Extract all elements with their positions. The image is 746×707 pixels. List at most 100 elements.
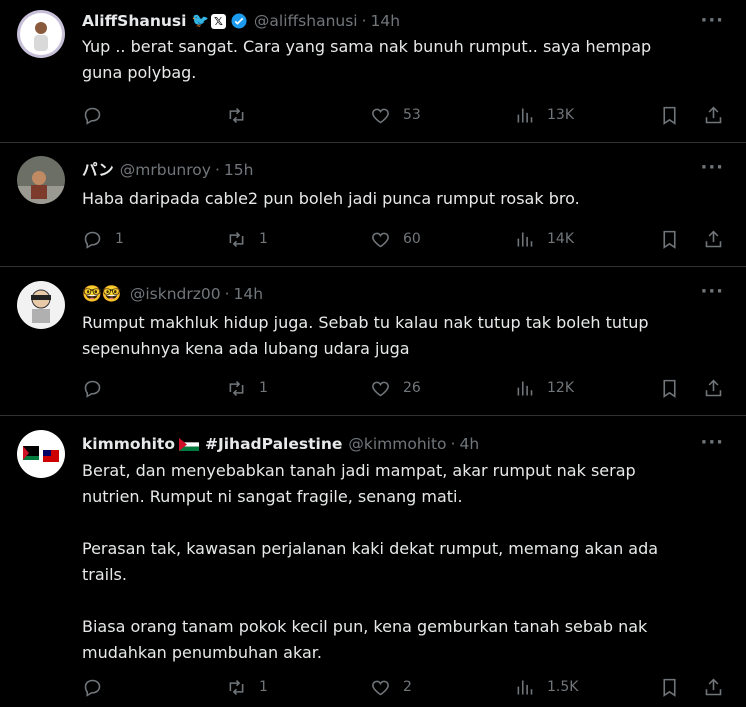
bookmark-button[interactable] <box>659 376 680 400</box>
avatar[interactable] <box>17 430 65 478</box>
reply-button[interactable] <box>82 675 115 699</box>
more-options-icon[interactable]: ··· <box>700 283 724 301</box>
tweet-paragraph: Rumput makhluk hidup juga. Sebab tu kala… <box>82 313 649 358</box>
tweet-paragraph: Haba daripada cable2 pun boleh jadi punc… <box>82 189 580 208</box>
heart-icon <box>372 381 389 396</box>
action-bar: 1 1 60 14K <box>82 227 732 251</box>
tweet-text: Rumput makhluk hidup juga. Sebab tu kala… <box>82 310 696 362</box>
retweet-button[interactable] <box>226 103 259 127</box>
retweet-button[interactable]: 1 <box>226 675 268 699</box>
reply-button[interactable] <box>82 376 115 400</box>
retweet-count: 1 <box>259 679 268 695</box>
tweet-header: パン @mrbunroy · 15h <box>82 160 686 180</box>
share-icon <box>705 106 722 123</box>
views-icon <box>517 381 533 395</box>
retweet-icon <box>229 679 244 695</box>
avatar[interactable] <box>17 281 65 329</box>
avatar-image <box>17 10 65 58</box>
like-count: 2 <box>403 679 412 695</box>
retweet-icon <box>229 380 244 396</box>
timestamp[interactable]: 4h <box>459 434 479 454</box>
handle[interactable]: @mrbunroy <box>120 160 211 180</box>
share-button[interactable] <box>703 675 724 699</box>
tweet-header: 🤓🤓 @iskndrz00 · 14h <box>82 284 686 304</box>
heart-icon <box>372 232 389 247</box>
retweet-button[interactable]: 1 <box>226 227 268 251</box>
view-count: 14K <box>547 231 574 247</box>
more-options-icon[interactable]: ··· <box>700 159 724 177</box>
views-icon <box>517 108 533 122</box>
tweet-text: Haba daripada cable2 pun boleh jadi punc… <box>82 186 696 212</box>
action-bar: 53 13K <box>82 103 732 127</box>
reply-button[interactable] <box>82 103 115 127</box>
x-logo-icon: 𝕏 <box>210 13 226 29</box>
handle[interactable]: @aliffshanusi <box>254 11 358 31</box>
tweet-header: kimmohito #JihadPalestine @kimmohito · 4… <box>82 434 686 454</box>
avatar[interactable] <box>17 10 65 58</box>
view-count: 12K <box>547 380 574 396</box>
views-button[interactable]: 1.5K <box>514 675 578 699</box>
timestamp[interactable]: 14h <box>371 11 401 31</box>
views-button[interactable]: 12K <box>514 376 574 400</box>
tweet-paragraph: Yup .. berat sangat. Cara yang sama nak … <box>82 37 652 82</box>
like-count: 60 <box>403 231 421 247</box>
views-button[interactable]: 13K <box>514 103 574 127</box>
reply-button[interactable]: 1 <box>82 227 124 251</box>
retweet-icon <box>229 231 244 247</box>
share-button[interactable] <box>703 376 724 400</box>
like-button[interactable]: 53 <box>370 103 421 127</box>
tweet-paragraph: Berat, dan menyebabkan tanah jadi mampat… <box>82 461 636 506</box>
tweet-header: AliffShanusi 🐦 𝕏 @aliffshanusi · 14h <box>82 11 686 31</box>
tweet-text: Berat, dan menyebabkan tanah jadi mampat… <box>82 458 696 666</box>
more-options-icon[interactable]: ··· <box>700 12 724 30</box>
palestine-flag-icon <box>178 437 199 451</box>
like-button[interactable]: 2 <box>370 675 412 699</box>
verified-badge-icon <box>231 13 247 29</box>
avatar[interactable] <box>17 156 65 204</box>
bookmark-icon <box>663 230 676 249</box>
like-button[interactable]: 26 <box>370 376 421 400</box>
bookmark-button[interactable] <box>659 675 680 699</box>
reply-icon <box>84 679 101 697</box>
tweet[interactable]: パン @mrbunroy · 15h ··· Haba daripada cab… <box>0 143 746 267</box>
share-button[interactable] <box>703 103 724 127</box>
bookmark-button[interactable] <box>659 227 680 251</box>
reply-icon <box>84 231 101 249</box>
display-name[interactable]: パン <box>82 160 114 180</box>
share-icon <box>705 379 722 396</box>
share-icon <box>705 230 722 247</box>
handle[interactable]: @kimmohito <box>348 434 446 454</box>
handle[interactable]: @iskndrz00 <box>130 284 221 304</box>
retweet-icon <box>229 107 244 123</box>
display-name[interactable]: AliffShanusi <box>82 11 186 31</box>
tweet[interactable]: AliffShanusi 🐦 𝕏 @aliffshanusi · 14h ···… <box>0 0 746 143</box>
bookmark-button[interactable] <box>659 103 680 127</box>
heart-icon <box>372 108 389 123</box>
separator: · <box>224 285 230 303</box>
like-button[interactable]: 60 <box>370 227 421 251</box>
tweet-text: Yup .. berat sangat. Cara yang sama nak … <box>82 34 696 86</box>
retweet-button[interactable]: 1 <box>226 376 268 400</box>
view-count: 13K <box>547 107 574 123</box>
reply-count: 1 <box>115 231 124 247</box>
views-button[interactable]: 14K <box>514 227 574 251</box>
separator: · <box>361 12 367 30</box>
action-bar: 1 2 1.5K <box>82 675 732 699</box>
tweet-paragraph: Perasan tak, kawasan perjalanan kaki dek… <box>82 539 659 584</box>
views-icon <box>517 232 533 246</box>
display-name[interactable]: kimmohito <box>82 434 175 454</box>
share-button[interactable] <box>703 227 724 251</box>
display-name-hashtag[interactable]: #JihadPalestine <box>205 434 342 454</box>
tweet[interactable]: 🤓🤓 @iskndrz00 · 14h ··· Rumput makhluk h… <box>0 267 746 416</box>
tweet[interactable]: kimmohito #JihadPalestine @kimmohito · 4… <box>0 416 746 707</box>
display-name[interactable]: 🤓🤓 <box>82 284 122 304</box>
reply-icon <box>84 380 101 398</box>
more-options-icon[interactable]: ··· <box>700 434 724 452</box>
bookmark-icon <box>663 106 676 125</box>
share-icon <box>705 678 722 695</box>
timestamp[interactable]: 15h <box>224 160 254 180</box>
bird-icon: 🐦 <box>191 13 209 29</box>
separator: · <box>214 161 220 179</box>
timestamp[interactable]: 14h <box>234 284 264 304</box>
action-bar: 1 26 12K <box>82 376 732 400</box>
